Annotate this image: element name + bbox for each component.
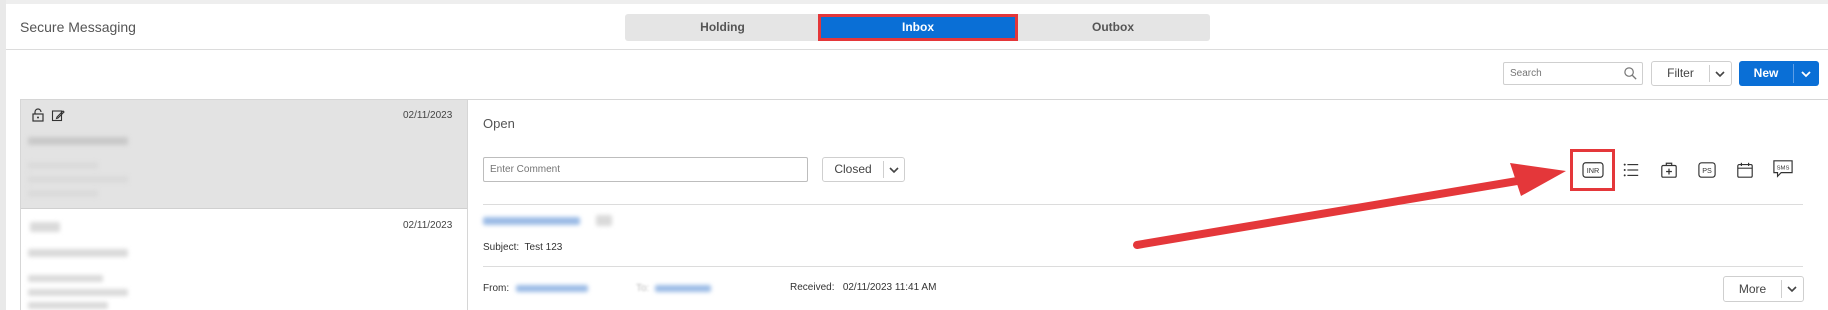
ps-icon[interactable]: PS <box>1694 157 1720 183</box>
new-button[interactable]: New <box>1739 61 1793 86</box>
filter-button[interactable]: Filter <box>1652 62 1709 85</box>
list-icon[interactable] <box>1618 157 1644 183</box>
received-line: Received: 02/11/2023 11:41 AM <box>790 282 936 293</box>
status-label: Open <box>483 116 515 131</box>
tab-outbox[interactable]: Outbox <box>1016 14 1210 41</box>
received-value: 02/11/2023 11:41 AM <box>842 282 937 293</box>
redacted-text <box>28 289 128 296</box>
sms-icon-text: SMS <box>1777 165 1790 171</box>
sms-icon[interactable]: SMS <box>1770 156 1796 182</box>
redacted-text <box>28 162 98 169</box>
received-label: Received: <box>790 282 835 293</box>
status-dropdown[interactable]: Closed <box>822 157 905 182</box>
unlock-icon <box>32 108 44 122</box>
calendar-icon[interactable] <box>1732 157 1758 183</box>
redacted-to <box>655 285 711 292</box>
redacted-text <box>28 275 103 282</box>
filter-button-group: Filter <box>1651 61 1732 86</box>
subject-label: Subject: <box>483 242 520 253</box>
divider <box>483 266 1803 267</box>
page-title: Secure Messaging <box>20 19 136 35</box>
divider <box>483 204 1803 205</box>
redacted-text <box>28 190 98 197</box>
redacted-sender <box>28 249 128 257</box>
redacted-icon <box>596 215 612 226</box>
ps-icon-text: PS <box>1702 166 1712 175</box>
top-border <box>0 0 1828 4</box>
chevron-down-icon[interactable] <box>1800 68 1812 80</box>
tab-holding[interactable]: Holding <box>625 14 820 41</box>
search-icon[interactable] <box>1623 66 1638 81</box>
edit-icon <box>51 110 65 122</box>
comment-field[interactable] <box>483 157 808 182</box>
filter-separator <box>1709 65 1710 82</box>
subject-value: Test 123 <box>524 242 563 253</box>
message-date: 02/11/2023 <box>403 110 453 121</box>
redacted-text <box>28 302 108 309</box>
comment-input[interactable] <box>484 158 807 181</box>
header-divider <box>6 49 1828 50</box>
redacted-icons <box>30 222 60 232</box>
chevron-down-icon[interactable] <box>888 164 900 176</box>
new-separator <box>1793 64 1794 83</box>
more-button-group: More <box>1723 276 1804 302</box>
more-button[interactable]: More <box>1724 277 1781 301</box>
search-field[interactable] <box>1503 62 1643 85</box>
message-date: 02/11/2023 <box>403 220 453 231</box>
redacted-sender <box>28 137 128 145</box>
status-dropdown-value[interactable]: Closed <box>823 158 883 181</box>
redacted-recipient <box>483 217 580 225</box>
chevron-down-icon[interactable] <box>1786 283 1798 295</box>
from-label: From: <box>483 283 510 294</box>
new-button-group: New <box>1739 61 1819 86</box>
redacted-text <box>28 176 128 183</box>
to-label: To: <box>636 283 650 294</box>
more-separator <box>1781 280 1782 298</box>
dropdown-separator <box>883 161 884 178</box>
subject-line: Subject: Test 123 <box>483 242 562 253</box>
medical-bag-icon[interactable] <box>1656 157 1682 183</box>
inr-icon[interactable]: INR <box>1580 157 1606 183</box>
left-border <box>0 0 6 310</box>
inr-icon-text: INR <box>1587 166 1600 175</box>
tab-inbox[interactable]: Inbox <box>818 14 1018 41</box>
redacted-from <box>516 285 588 292</box>
chevron-down-icon[interactable] <box>1714 68 1726 80</box>
search-input[interactable] <box>1504 63 1619 84</box>
